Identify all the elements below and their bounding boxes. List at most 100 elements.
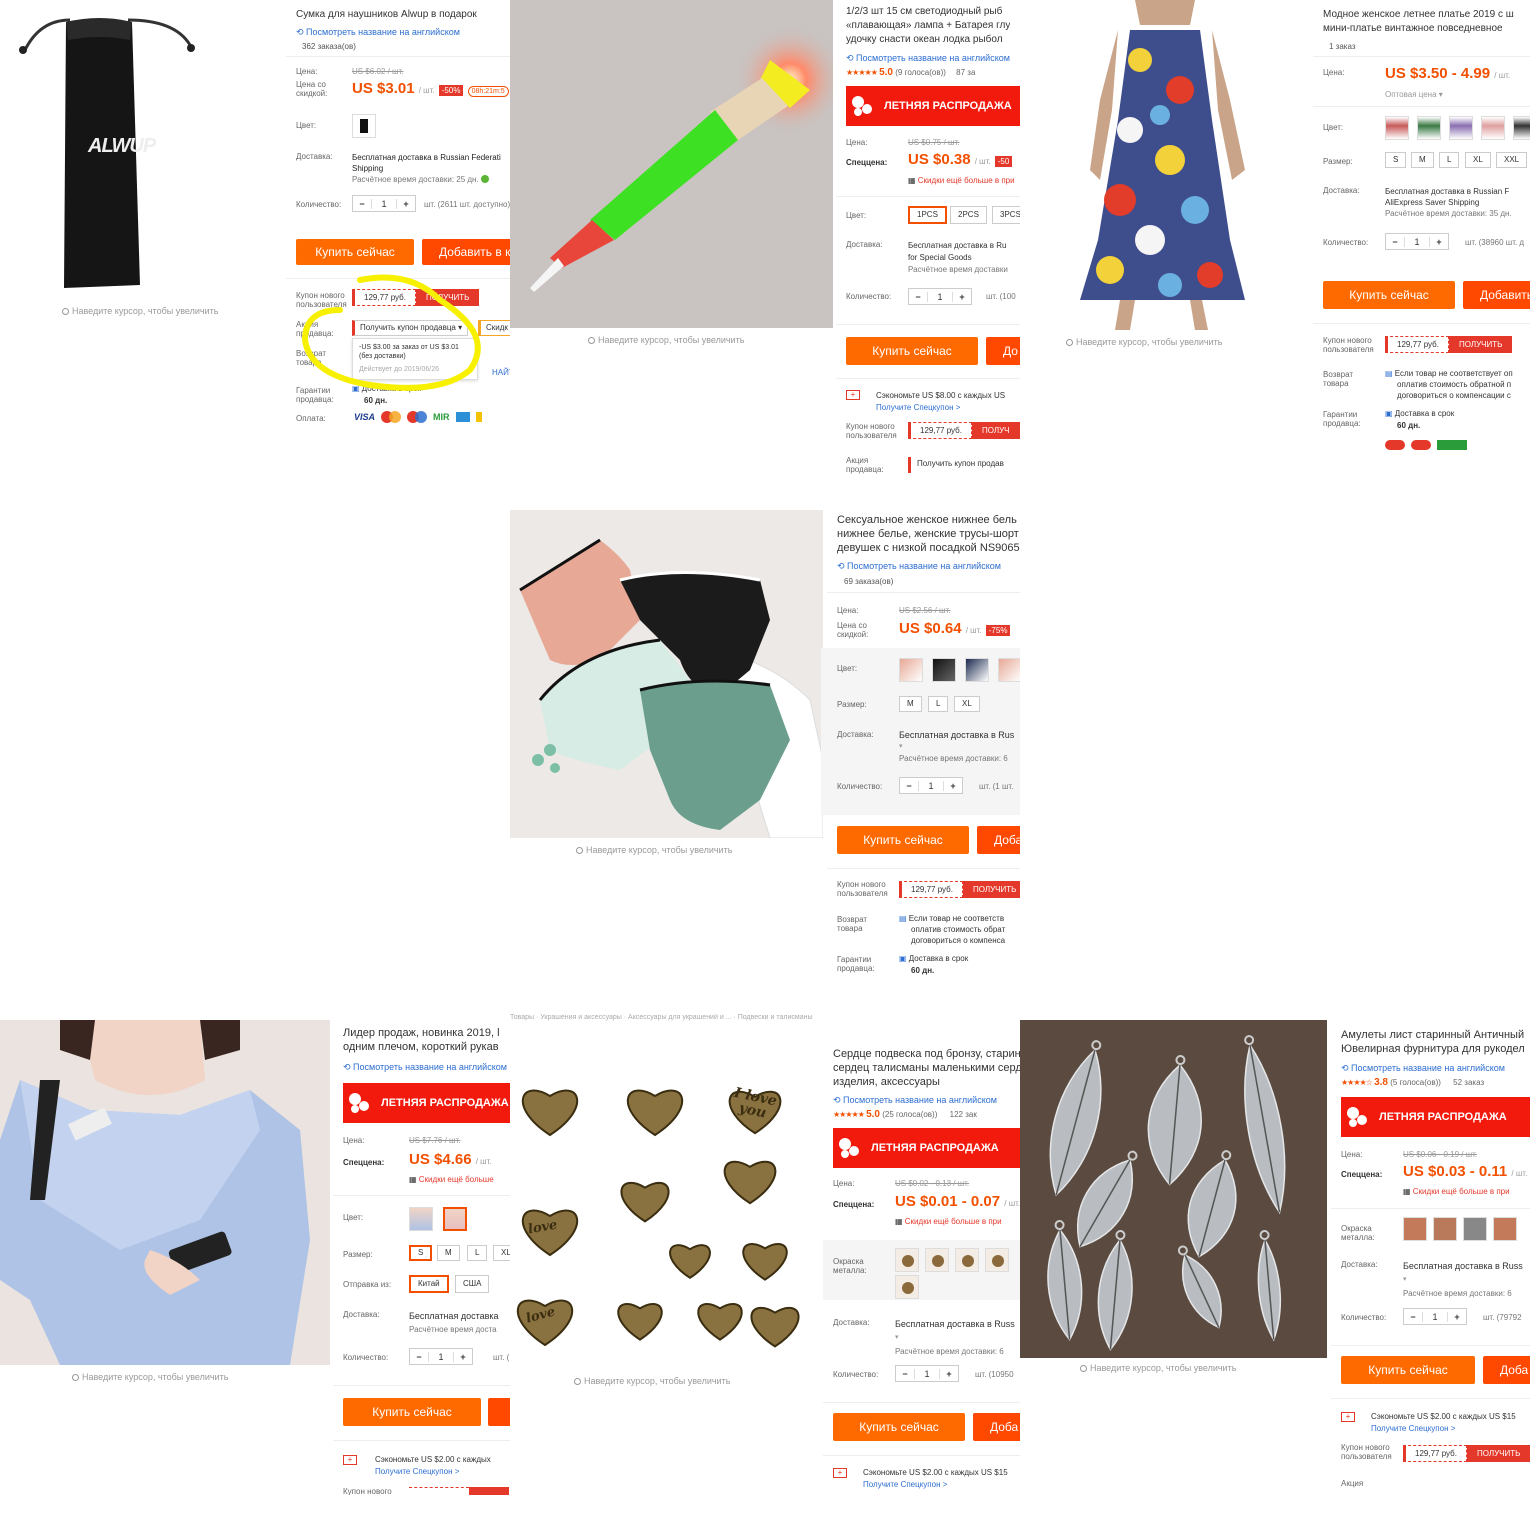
seller-coupon-dropdown[interactable]: Получить купон продав (908, 457, 1010, 473)
divider (1313, 56, 1530, 57)
product-image-hearts[interactable]: I love you love love (510, 1028, 820, 1373)
seller-coupon-dropdown[interactable]: Получить купон продавца ▾ (352, 320, 469, 336)
buy-now-button[interactable]: Купить сейчас (296, 239, 414, 265)
translate-link[interactable]: ⟲ Посмотреть название на английском (1341, 1063, 1505, 1074)
add-to-cart-button[interactable] (488, 1398, 510, 1426)
qr-icon: ▦ (895, 1217, 905, 1226)
color-option-4[interactable] (998, 658, 1020, 682)
product-image-dress[interactable] (1020, 0, 1310, 330)
buy-now-button[interactable]: Купить сейчас (846, 337, 978, 365)
option-1pcs[interactable]: 1PCS (908, 206, 947, 224)
zoom-hint: Наведите курсор, чтобы увеличить (62, 306, 218, 316)
quantity-stepper[interactable]: −1 + (899, 777, 963, 794)
option-2pcs[interactable]: 2PCS (950, 206, 987, 224)
quantity-stepper[interactable]: −1 + (895, 1365, 959, 1382)
size-m[interactable]: M (437, 1245, 460, 1261)
translate-link[interactable]: ⟲ Посмотреть название на английском (296, 27, 460, 38)
product-image-underwear[interactable] (510, 510, 823, 838)
metal-option-2[interactable] (1433, 1217, 1457, 1241)
divider (827, 868, 1020, 869)
buy-now-button[interactable]: Купить сейчас (833, 1413, 965, 1441)
color-option-1[interactable] (899, 658, 923, 682)
old-price: US $2.56 / шт. (899, 606, 951, 615)
size-l[interactable]: L (467, 1245, 488, 1261)
metal-option-5[interactable] (895, 1275, 919, 1299)
size-xl[interactable]: XL (1465, 152, 1491, 168)
star-rating-icon: ★★★★★ (846, 68, 878, 77)
ship-from-china[interactable]: Китай (409, 1275, 449, 1293)
find-link[interactable]: НАЙТ (492, 368, 510, 377)
size-xxl[interactable]: XXL (1496, 152, 1528, 168)
metal-option-1[interactable] (895, 1248, 919, 1272)
color-option-2[interactable] (443, 1207, 467, 1231)
size-s[interactable]: S (409, 1245, 433, 1261)
color-option-2[interactable] (932, 658, 956, 682)
quantity-stepper[interactable]: −1 + (908, 288, 972, 305)
color-option-3[interactable] (965, 658, 989, 682)
size-m[interactable]: M (1411, 152, 1434, 168)
translate-link[interactable]: ⟲ Посмотреть название на английском (846, 53, 1010, 64)
metal-option-2[interactable] (925, 1248, 949, 1272)
translate-link[interactable]: ⟲ Посмотреть название на английском (833, 1095, 997, 1106)
color-option-1[interactable] (1385, 116, 1409, 140)
buy-now-button[interactable]: Купить сейчас (343, 1398, 481, 1426)
buy-now-button[interactable]: Купить сейчас (1323, 281, 1455, 309)
new-user-coupon: 129,77 руб. ПОЛУЧИТЬ (1403, 1445, 1530, 1462)
color-option-2[interactable] (1417, 116, 1441, 140)
metal-option-4[interactable] (1493, 1217, 1517, 1241)
add-to-cart-button[interactable]: Доба (977, 826, 1020, 854)
size-xl[interactable]: XL (954, 696, 980, 712)
color-option-1[interactable] (409, 1207, 433, 1231)
wholesale-link[interactable]: Оптовая цена ▾ (1385, 90, 1443, 99)
product-image-leaves[interactable] (1020, 1020, 1327, 1358)
size-s[interactable]: S (1385, 152, 1407, 168)
quantity-stepper[interactable]: −1 + (352, 195, 416, 212)
option-3pcs[interactable]: 3PCS (992, 206, 1020, 224)
product-image-bag[interactable]: ALWUP (0, 0, 280, 300)
get-coupon-button[interactable]: ПОЛУЧИТЬ (415, 289, 480, 306)
translate-link[interactable]: ⟲ Посмотреть название на английском (837, 561, 1001, 572)
color-option-4[interactable] (1481, 116, 1505, 140)
quantity-stepper[interactable]: −1 + (1385, 233, 1449, 250)
divider (286, 278, 510, 279)
metal-option-1[interactable] (1403, 1217, 1427, 1241)
product-image-float[interactable] (510, 0, 833, 328)
color-option-black[interactable] (352, 114, 376, 138)
product-image-blouse[interactable] (0, 1020, 330, 1365)
ship-from-usa[interactable]: США (455, 1275, 490, 1293)
add-to-cart-button[interactable]: Доба (1483, 1356, 1530, 1384)
current-price: US $3.50 - 4.99 / шт. (1385, 65, 1511, 82)
translate-link[interactable]: ⟲ Посмотреть название на английском (343, 1062, 507, 1073)
current-price: US $0.03 - 0.11 / шт. (1403, 1163, 1528, 1180)
old-price: US $7.76 / шт. (409, 1136, 461, 1145)
color-option-5[interactable] (1513, 116, 1530, 140)
size-m[interactable]: M (899, 696, 922, 712)
current-price: US $0.01 - 0.07 / шт. (895, 1193, 1020, 1210)
color-option-3[interactable] (1449, 116, 1473, 140)
divider (836, 196, 1020, 197)
leaves-illustration (1047, 1035, 1286, 1351)
add-to-cart-button[interactable]: Добавить в ко (422, 239, 510, 265)
buy-now-button[interactable]: Купить сейчас (1341, 1356, 1475, 1384)
size-l[interactable]: L (928, 696, 949, 712)
metal-option-3[interactable] (1463, 1217, 1487, 1241)
more-discounts-link[interactable]: ▦ Скидки ещё больше в при (908, 176, 1015, 185)
size-l[interactable]: L (1439, 152, 1460, 168)
seller-coupon-dropdown-2[interactable]: Скидк (478, 320, 510, 336)
more-discounts-link[interactable]: ▦ Скидки ещё больше в при (895, 1217, 1002, 1226)
metal-option-4[interactable] (985, 1248, 1009, 1272)
more-discounts-link[interactable]: ▦ Скидки ещё больше в при (1403, 1187, 1510, 1196)
add-to-cart-button[interactable]: До (986, 337, 1020, 365)
magnifier-icon (62, 308, 69, 315)
coupon-get-truncated[interactable] (469, 1487, 509, 1495)
add-to-cart-button[interactable]: Доба (973, 1413, 1020, 1441)
add-to-cart-button[interactable]: Добавить (1463, 281, 1530, 309)
delivery-text: Бесплатная доставка в Russian F AliExpres… (1385, 187, 1512, 218)
more-discounts-link[interactable]: ▦ Скидки ещё больше (409, 1175, 494, 1184)
size-xl[interactable]: XL (493, 1245, 510, 1261)
buy-now-button[interactable]: Купить сейчас (837, 826, 969, 854)
divider (333, 1440, 510, 1441)
quantity-stepper[interactable]: −1 + (409, 1348, 473, 1365)
quantity-stepper[interactable]: −1 + (1403, 1308, 1467, 1325)
metal-option-3[interactable] (955, 1248, 979, 1272)
